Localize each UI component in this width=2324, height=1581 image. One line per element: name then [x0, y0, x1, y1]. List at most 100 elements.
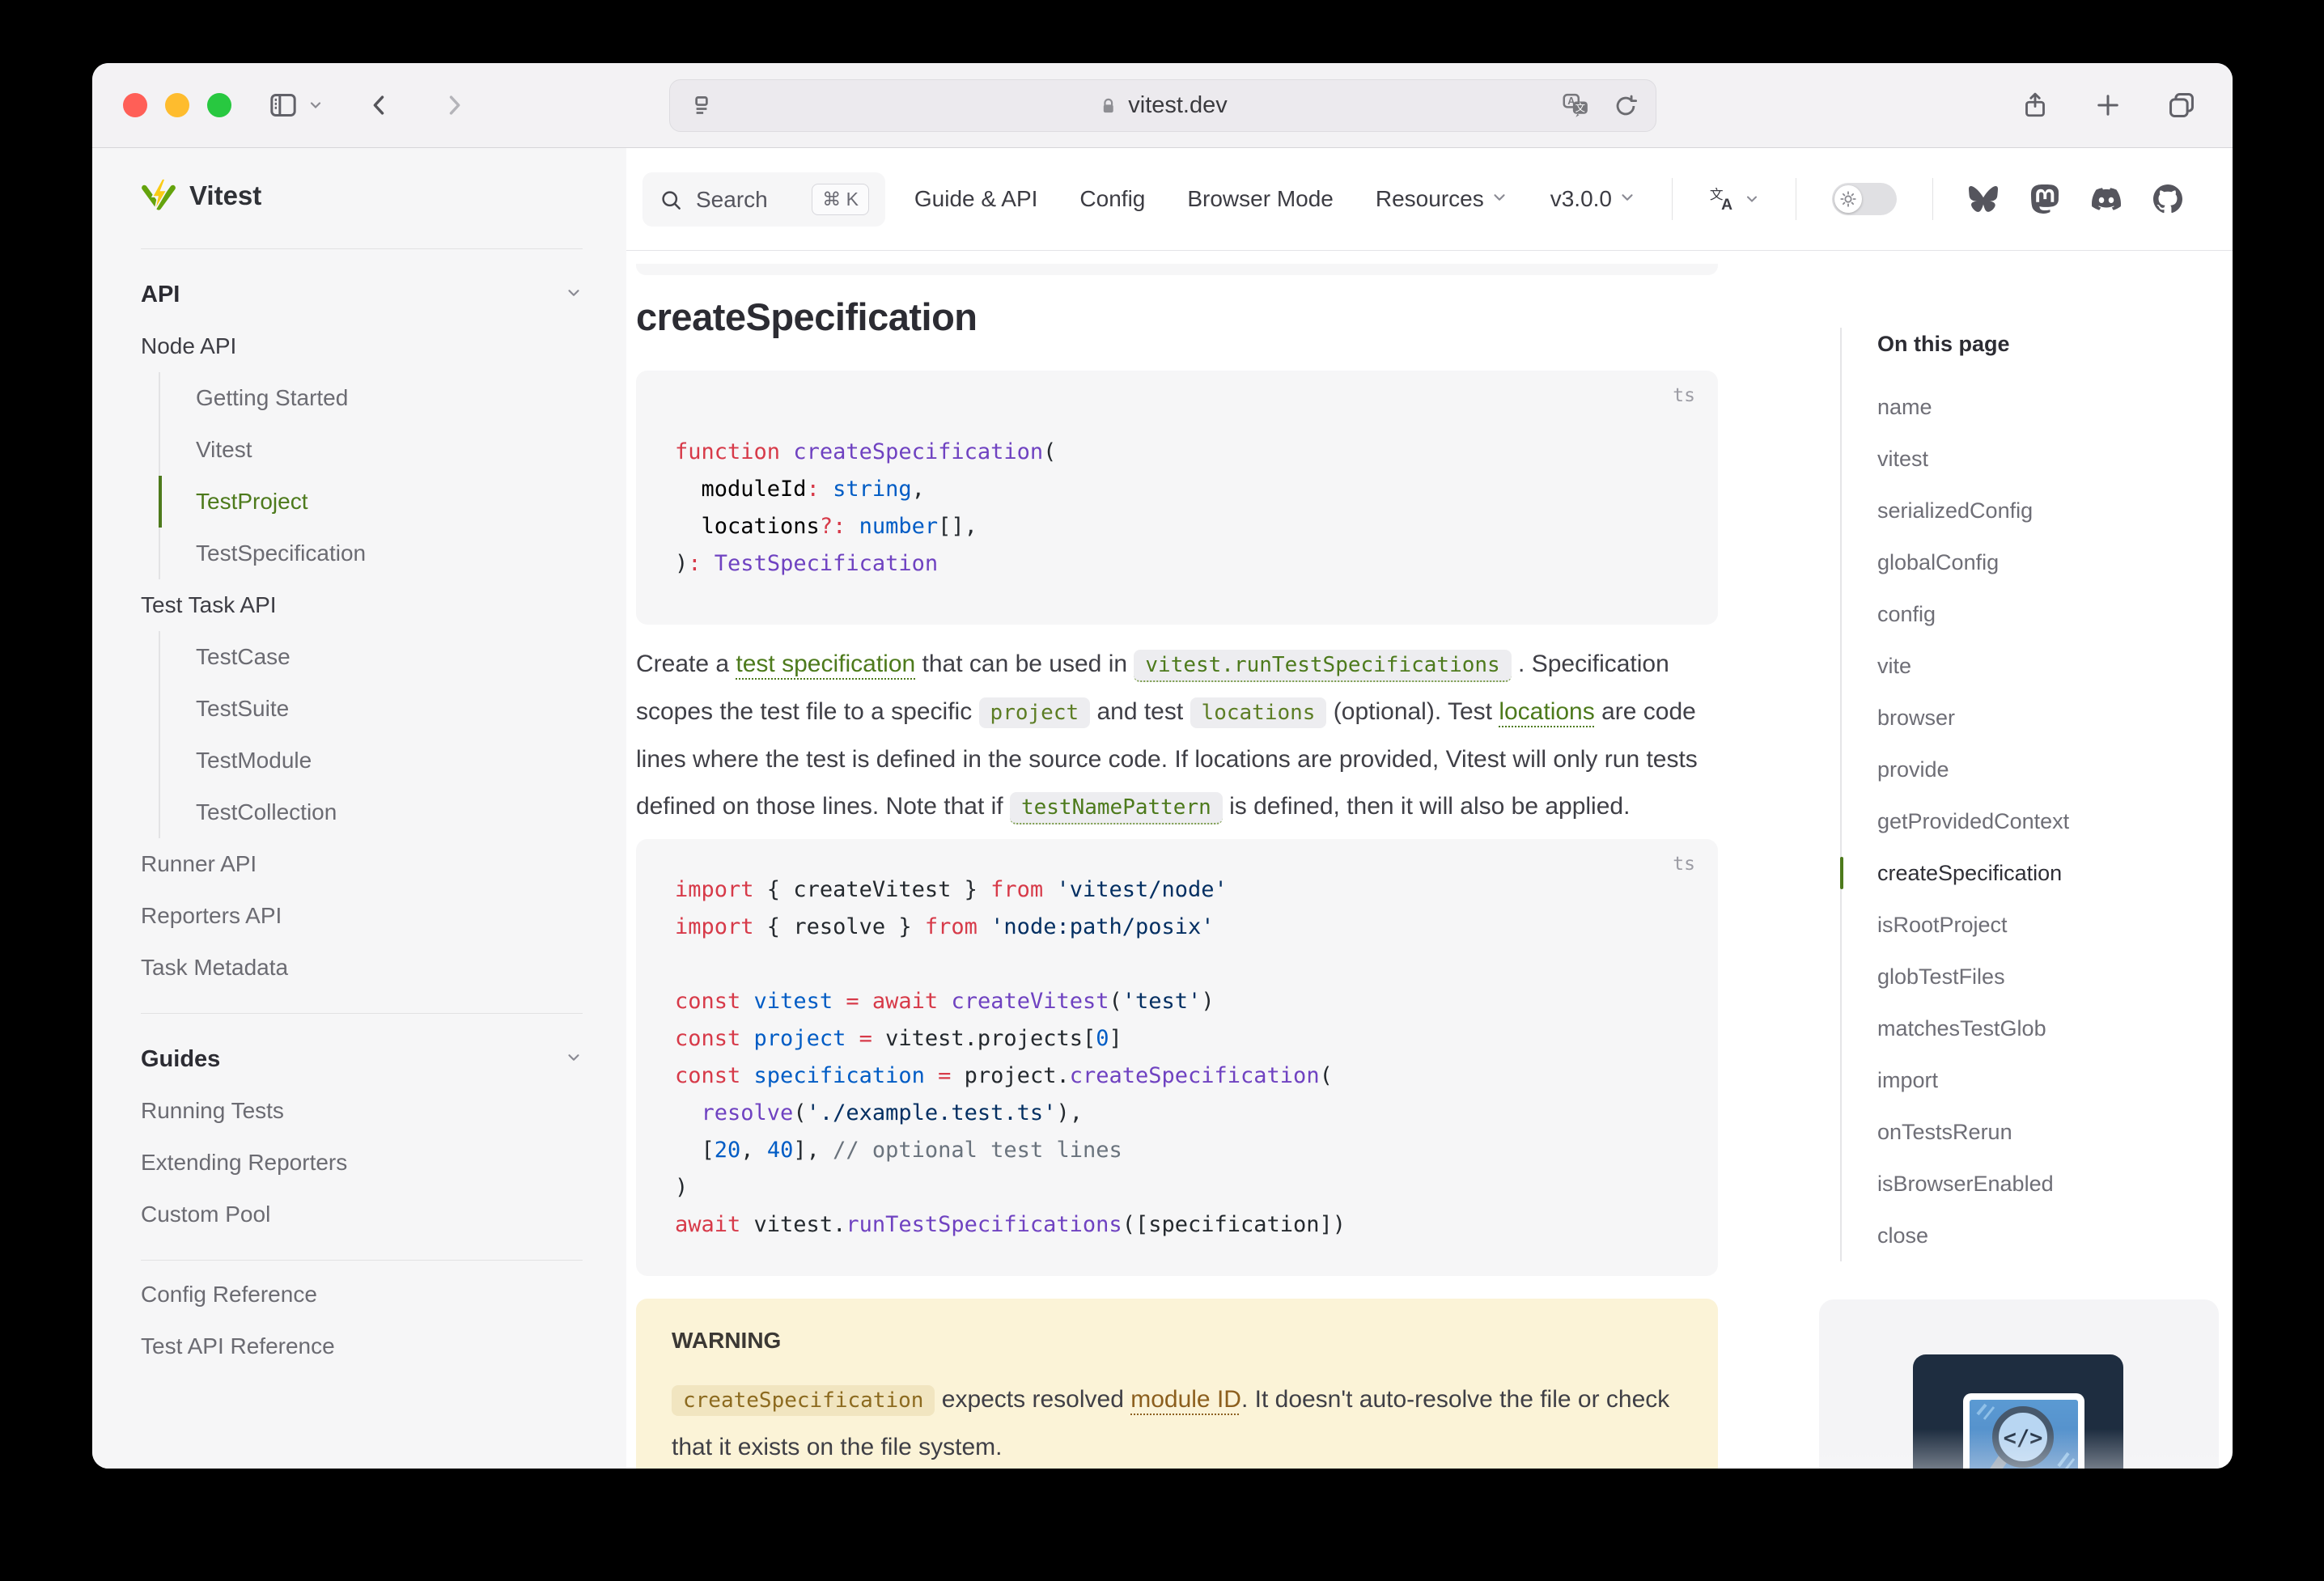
warning-title: WARNING [672, 1328, 1682, 1354]
new-tab-button[interactable] [2093, 91, 2123, 120]
header-separator [1932, 178, 1933, 220]
sponsor-card[interactable]: </> [1819, 1299, 2219, 1469]
sidebar-item-vitest[interactable]: Vitest [159, 424, 583, 476]
text-run: that can be used in [915, 651, 1134, 677]
on-this-page: On this page namevitestserializedConfigg… [1840, 257, 2229, 1261]
sidebar-item-reporters-api[interactable]: Reporters API [141, 890, 583, 942]
toc-item-getprovidedcontext[interactable]: getProvidedContext [1877, 795, 2229, 847]
code-search-monitor-icon: </> [1819, 1299, 2219, 1469]
sidebar-item-custom-pool[interactable]: Custom Pool [141, 1189, 583, 1240]
nav-item-guide-api[interactable]: Guide & API [914, 186, 1038, 212]
github-icon[interactable] [2153, 184, 2182, 214]
sidebar-item-test-api-reference[interactable]: Test API Reference [141, 1320, 583, 1372]
inline-code-link[interactable]: testNamePattern [1010, 792, 1223, 824]
sidebar-menu-chevron[interactable] [307, 97, 324, 113]
discord-icon[interactable] [2092, 184, 2121, 214]
header-separator [1672, 178, 1673, 220]
toc-item-browser[interactable]: browser [1877, 692, 2229, 744]
toc-item-close[interactable]: close [1877, 1210, 2229, 1261]
code-line: ) [675, 1169, 1679, 1206]
share-button[interactable] [2021, 91, 2050, 120]
minimize-window-button[interactable] [165, 93, 189, 117]
toc-item-ontestsrerun[interactable]: onTestsRerun [1877, 1106, 2229, 1158]
code-lines: function createSpecification( moduleId: … [675, 434, 1679, 583]
sidebar-item-node-api[interactable]: Node API [141, 320, 583, 372]
sidebar-item-running-tests[interactable]: Running Tests [141, 1085, 583, 1137]
nav-item-label: Guide & API [914, 186, 1038, 212]
toc-item-vite[interactable]: vite [1877, 640, 2229, 692]
main-nav: Guide & API Config Browser Mode Resources v3… [914, 186, 1636, 212]
url-text: vitest.dev [1128, 92, 1228, 119]
theme-toggle[interactable] [1832, 183, 1897, 215]
toc-item-provide[interactable]: provide [1877, 744, 2229, 795]
chevron-down-icon [1491, 189, 1508, 206]
code-line: ): TestSpecification [675, 545, 1679, 583]
inline-link[interactable]: locations [1499, 698, 1594, 725]
nav-item-label: Config [1079, 186, 1145, 212]
sidebar-item-test-task-api[interactable]: Test Task API [141, 579, 583, 631]
mastodon-icon[interactable] [2030, 184, 2059, 214]
sidebar-section-guides[interactable]: Guides [141, 1033, 583, 1085]
inline-link[interactable]: test specification [736, 651, 915, 677]
text-run: is defined, then it will also be applied… [1223, 793, 1631, 820]
nav-item-config[interactable]: Config [1079, 186, 1145, 212]
sidebar-section-api[interactable]: API [141, 269, 583, 320]
forward-button[interactable] [440, 91, 468, 119]
toc-item-globtestfiles[interactable]: globTestFiles [1877, 951, 2229, 1002]
reload-icon[interactable] [1612, 92, 1639, 120]
reader-view-icon[interactable] [688, 92, 715, 120]
vitest-logo-icon [141, 178, 176, 214]
sidebar-item-testcase[interactable]: TestCase [159, 631, 583, 683]
sidebar-toggle-button[interactable] [267, 89, 299, 121]
toc-item-isrootproject[interactable]: isRootProject [1877, 899, 2229, 951]
back-button[interactable] [366, 91, 393, 119]
text-run: (optional). Test [1326, 698, 1499, 725]
code-line: import { resolve } from 'node:path/posix… [675, 909, 1679, 946]
sidebar-item-testspecification[interactable]: TestSpecification [159, 528, 583, 579]
code-line: const specification = project.createSpec… [675, 1058, 1679, 1095]
sidebar-item-testproject[interactable]: TestProject [159, 476, 583, 528]
toc-item-matchestestglob[interactable]: matchesTestGlob [1877, 1002, 2229, 1054]
toc-item-name[interactable]: name [1877, 381, 2229, 433]
code-language-badge: ts [1673, 854, 1695, 875]
toc-item-import[interactable]: import [1877, 1054, 2229, 1106]
sidebar-item-task-metadata[interactable]: Task Metadata [141, 942, 583, 994]
sidebar-divider [141, 248, 583, 249]
code-line: function createSpecification( [675, 434, 1679, 471]
toc-item-serializedconfig[interactable]: serializedConfig [1877, 485, 2229, 536]
code-line: import { createVitest } from 'vitest/nod… [675, 871, 1679, 909]
search-button[interactable]: Search ⌘ K [642, 172, 885, 227]
close-window-button[interactable] [123, 93, 147, 117]
nav-item-browser-mode[interactable]: Browser Mode [1187, 186, 1334, 212]
zoom-window-button[interactable] [207, 93, 231, 117]
address-bar[interactable]: vitest.dev A文 [669, 79, 1656, 132]
sidebar-item-testsuite[interactable]: TestSuite [159, 683, 583, 735]
search-label: Search [696, 187, 799, 213]
toc-item-isbrowserenabled[interactable]: isBrowserEnabled [1877, 1158, 2229, 1210]
toc-item-globalconfig[interactable]: globalConfig [1877, 536, 2229, 588]
site-header: Search ⌘ K Guide & API Config Browser Mode… [626, 148, 2233, 251]
doc-content: createSpecification ts function createSp… [636, 257, 1718, 1469]
sidebar-item-extending-reporters[interactable]: Extending Reporters [141, 1137, 583, 1189]
sidebar-item-testmodule[interactable]: TestModule [159, 735, 583, 786]
code-line: resolve('./example.test.ts'), [675, 1095, 1679, 1132]
sidebar-item-testcollection[interactable]: TestCollection [159, 786, 583, 838]
nav-item-v3-0-0[interactable]: v3.0.0 [1550, 186, 1636, 212]
sidebar: Vitest APINode APIGetting StartedVitestT… [92, 148, 626, 1469]
toc-list: namevitestserializedConfigglobalConfigco… [1877, 381, 2229, 1261]
toc-item-vitest[interactable]: vitest [1877, 433, 2229, 485]
toc-item-config[interactable]: config [1877, 588, 2229, 640]
translate-icon[interactable]: A文 [1562, 91, 1591, 121]
language-menu-button[interactable]: 文A [1708, 184, 1760, 214]
toc-item-createspecification[interactable]: createSpecification [1877, 847, 2229, 899]
bluesky-icon[interactable] [1969, 184, 1998, 214]
tab-overview-button[interactable] [2166, 90, 2197, 121]
sidebar-item-runner-api[interactable]: Runner API [141, 838, 583, 890]
nav-item-resources[interactable]: Resources [1376, 186, 1508, 212]
sidebar-section-label: API [141, 282, 180, 308]
sidebar-item-getting-started[interactable]: Getting Started [159, 372, 583, 424]
brand-logo[interactable]: Vitest [141, 148, 583, 244]
inline-code-link[interactable]: vitest.runTestSpecifications [1134, 650, 1511, 682]
sidebar-item-config-reference[interactable]: Config Reference [141, 1269, 583, 1320]
inline-link[interactable]: module ID [1130, 1386, 1241, 1413]
